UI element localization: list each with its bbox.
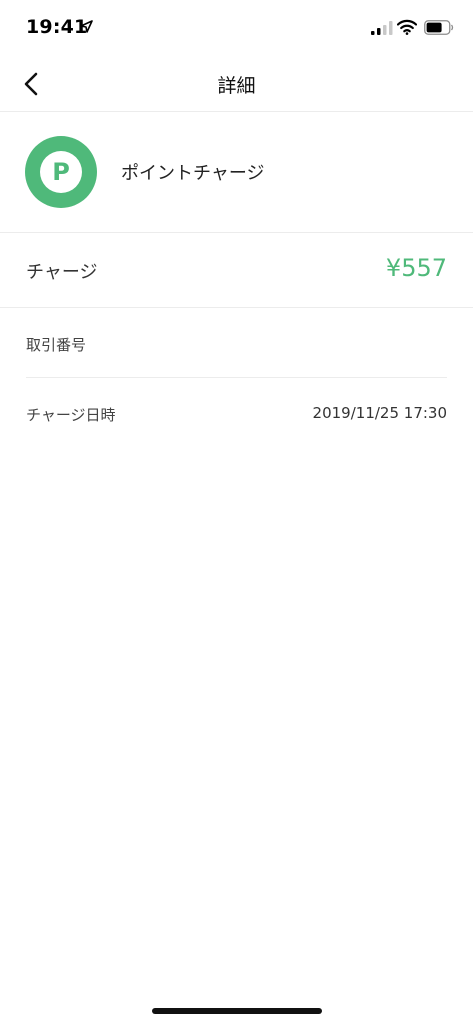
detail-row-charge-datetime: チャージ日時 2019/11/25 17:30 — [26, 378, 447, 448]
transaction-header: P ポイントチャージ — [0, 112, 473, 233]
detail-label: 取引番号 — [26, 336, 87, 354]
detail-value: 2019/11/25 17:30 — [312, 404, 447, 422]
amount-value: ¥557 — [385, 254, 447, 282]
battery-icon — [424, 20, 454, 35]
status-time: 19:41 — [26, 16, 88, 38]
wifi-icon — [397, 19, 417, 35]
transaction-title: ポイントチャージ — [121, 163, 265, 184]
location-arrow-icon — [80, 20, 93, 33]
page-title: 詳細 — [217, 75, 256, 97]
amount-row: チャージ ¥557 — [0, 233, 473, 308]
detail-label: チャージ日時 — [26, 406, 116, 424]
home-indicator[interactable] — [152, 1008, 322, 1014]
point-icon-letter: P — [40, 151, 82, 193]
point-icon: P — [25, 136, 97, 208]
amount-label: チャージ — [26, 262, 98, 283]
detail-row-transaction-number: 取引番号 — [26, 308, 447, 378]
status-bar: 19:41 — [0, 0, 473, 56]
screen: 19:41 詳細 P ポイントチャージ チャージ ¥557 取引番号 チャージ日… — [0, 0, 473, 1024]
nav-bar: 詳細 — [0, 56, 473, 112]
cellular-signal-icon — [371, 21, 393, 35]
